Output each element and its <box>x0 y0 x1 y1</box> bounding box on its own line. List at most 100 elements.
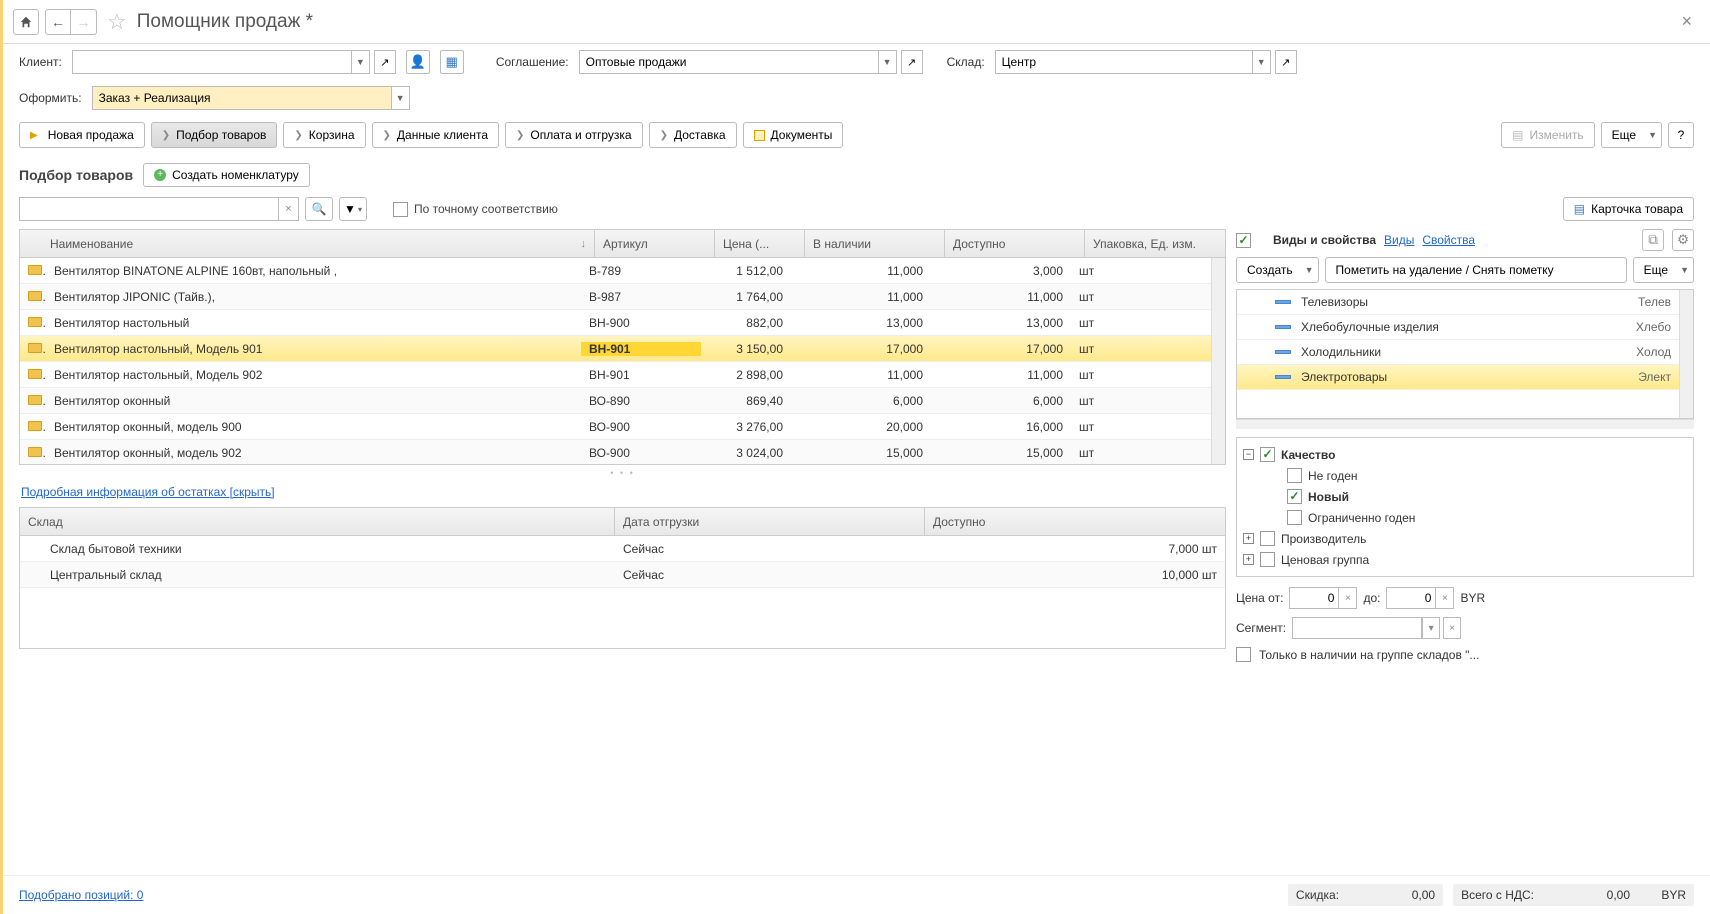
delivery-button[interactable]: ❯Доставка <box>649 122 737 148</box>
segment-dropdown[interactable]: ▾ <box>1422 617 1440 639</box>
process-input[interactable] <box>92 86 392 110</box>
right-create-button[interactable]: Создать▼ <box>1236 257 1319 283</box>
stock-col-available[interactable]: Доступно <box>925 508 1225 535</box>
table-row[interactable]: Вентилятор настольныйВН-900882,0013,0001… <box>20 310 1211 336</box>
segment-label: Сегмент: <box>1236 621 1286 635</box>
only-stock-checkbox[interactable] <box>1236 647 1251 662</box>
new-sale-button[interactable]: Новая продажа <box>19 122 145 148</box>
create-nomenclature-button[interactable]: +Создать номенклатуру <box>143 163 310 187</box>
settings-button[interactable]: ⚙ <box>1672 229 1694 251</box>
category-row[interactable]: ЭлектротоварыЭлект <box>1237 365 1679 390</box>
col-available[interactable]: Доступно <box>945 230 1085 257</box>
restore-settings-button[interactable]: ⧉ <box>1642 229 1664 251</box>
grid-scrollbar[interactable] <box>1211 258 1225 464</box>
table-row[interactable]: Вентилятор JIPONIC (Тайв.),В-9871 764,00… <box>20 284 1211 310</box>
table-row[interactable]: Вентилятор настольный, Модель 902ВН-9012… <box>20 362 1211 388</box>
new-checkbox[interactable] <box>1287 489 1302 504</box>
stock-col-warehouse[interactable]: Склад <box>20 508 615 535</box>
horizontal-splitter[interactable]: • • • <box>19 469 1226 477</box>
agreement-open-button[interactable]: ↗ <box>901 50 923 74</box>
card-icon: ▤ <box>1574 202 1585 216</box>
cell-packaging: шт <box>1071 264 1211 278</box>
client-label: Клиент: <box>19 55 62 69</box>
tree-expand-pricegroup[interactable]: + <box>1243 554 1254 565</box>
help-button[interactable]: ? <box>1668 122 1694 148</box>
client-open-button[interactable]: ↗ <box>374 50 396 74</box>
category-row[interactable]: Хлебобулочные изделияХлебо <box>1237 315 1679 340</box>
client-card-icon[interactable]: ▦ <box>440 50 464 74</box>
caret-down-icon: ▼ <box>1680 265 1689 275</box>
col-article[interactable]: Артикул <box>595 230 715 257</box>
cart-button[interactable]: ❯Корзина <box>283 122 365 148</box>
process-dropdown-button[interactable]: ▼ <box>392 86 410 110</box>
picked-positions-link[interactable]: Подобрано позиций: 0 <box>19 888 143 902</box>
mark-delete-button[interactable]: Пометить на удаление / Снять пометку <box>1325 257 1627 283</box>
close-button[interactable]: × <box>1673 11 1700 32</box>
tree-expand-manufacturer[interactable]: + <box>1243 533 1254 544</box>
category-row[interactable]: ХолодильникиХолод <box>1237 340 1679 365</box>
types-props-checkbox[interactable] <box>1236 233 1251 248</box>
category-row[interactable]: ТелевизорыТелев <box>1237 290 1679 315</box>
quality-checkbox[interactable] <box>1260 447 1275 462</box>
cell-article: ВН-900 <box>581 316 701 330</box>
types-link[interactable]: Виды <box>1384 233 1414 247</box>
col-packaging[interactable]: Упаковка, Ед. изм. <box>1085 230 1225 257</box>
table-row[interactable]: Вентилятор оконный, модель 900ВО-9003 27… <box>20 414 1211 440</box>
documents-button[interactable]: Документы <box>743 122 844 148</box>
pricegroup-checkbox[interactable] <box>1260 552 1275 567</box>
help-label: ? <box>1678 128 1685 142</box>
price-to-input[interactable] <box>1386 587 1436 609</box>
table-row[interactable]: Вентилятор оконный, модель 902ВО-9003 02… <box>20 440 1211 464</box>
stock-row[interactable]: Склад бытовой техникиСейчас7,000 шт <box>20 536 1225 562</box>
client-user-icon[interactable]: 👤 <box>406 50 430 74</box>
stock-col-date[interactable]: Дата отгрузки <box>615 508 925 535</box>
segment-input[interactable] <box>1292 617 1422 639</box>
client-dropdown-button[interactable]: ▼ <box>352 50 370 74</box>
filter-button[interactable]: ▼▾ <box>339 197 367 221</box>
col-stock[interactable]: В наличии <box>805 230 945 257</box>
price-from-clear[interactable]: × <box>1339 587 1357 609</box>
price-to-clear[interactable]: × <box>1436 587 1454 609</box>
product-card-button[interactable]: ▤Карточка товара <box>1563 197 1694 221</box>
col-name[interactable]: Наименование↓ <box>20 230 595 257</box>
price-from-input[interactable] <box>1289 587 1339 609</box>
search-clear-button[interactable]: × <box>279 197 299 221</box>
warehouse-input[interactable] <box>995 50 1253 74</box>
limited-checkbox[interactable] <box>1287 510 1302 525</box>
client-data-button[interactable]: ❯Данные клиента <box>372 122 500 148</box>
stock-details-link[interactable]: Подробная информация об остатках [скрыть… <box>21 485 275 499</box>
cell-name: Вентилятор оконный, модель 902 <box>46 446 581 460</box>
pick-goods-button[interactable]: ❯Подбор товаров <box>151 122 278 148</box>
tree-collapse-quality[interactable]: − <box>1243 449 1254 460</box>
footer-currency: BYR <box>1636 888 1686 902</box>
payment-button[interactable]: ❯Оплата и отгрузка <box>505 122 643 148</box>
warehouse-open-button[interactable]: ↗ <box>1275 50 1297 74</box>
client-input[interactable] <box>72 50 352 74</box>
funnel-icon: ▼ <box>344 202 356 216</box>
back-button[interactable]: ← <box>45 9 71 35</box>
favorite-star-icon[interactable]: ☆ <box>107 9 127 35</box>
props-link[interactable]: Свойства <box>1422 233 1475 247</box>
warehouse-dropdown-button[interactable]: ▼ <box>1253 50 1271 74</box>
more-button[interactable]: Еще▼ <box>1601 122 1662 148</box>
table-row[interactable]: Вентилятор оконныйВО-890869,406,0006,000… <box>20 388 1211 414</box>
search-input[interactable] <box>19 197 279 221</box>
categories-hscroll[interactable] <box>1236 419 1694 429</box>
categories-list: ТелевизорыТелевХлебобулочные изделияХлеб… <box>1236 289 1694 419</box>
manufacturer-checkbox[interactable] <box>1260 531 1275 546</box>
col-price[interactable]: Цена (... <box>715 230 805 257</box>
stock-row[interactable]: Центральный складСейчас10,000 шт <box>20 562 1225 588</box>
agreement-input[interactable] <box>579 50 879 74</box>
home-button[interactable] <box>13 9 39 35</box>
not-suitable-checkbox[interactable] <box>1287 468 1302 483</box>
table-row[interactable]: Вентилятор настольный, Модель 901ВН-9013… <box>20 336 1211 362</box>
agreement-dropdown-button[interactable]: ▼ <box>879 50 897 74</box>
categories-scrollbar[interactable] <box>1679 290 1693 418</box>
right-more-button[interactable]: Еще▼ <box>1633 257 1694 283</box>
forward-button[interactable]: → <box>71 9 97 35</box>
segment-clear[interactable]: × <box>1443 617 1461 639</box>
search-execute-button[interactable]: 🔍 <box>305 197 333 221</box>
table-row[interactable]: Вентилятор BINATONE ALPINE 160вт, наполь… <box>20 258 1211 284</box>
exact-match-checkbox[interactable] <box>393 202 408 217</box>
cell-available: 3,000 <box>931 264 1071 278</box>
